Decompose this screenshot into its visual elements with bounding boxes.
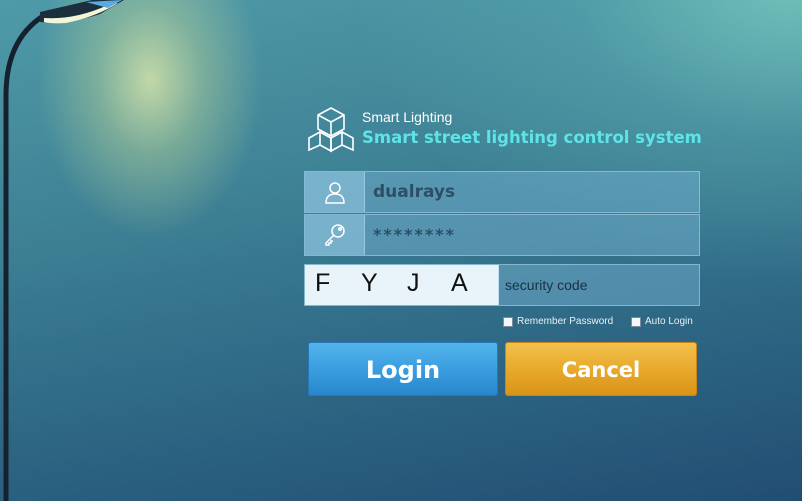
street-lamp-illustration: [3, 0, 124, 501]
user-icon: [325, 182, 345, 204]
remember-password-checkbox[interactable]: [503, 317, 513, 327]
login-screen: Smart Lighting Smart street lighting con…: [0, 0, 802, 501]
password-icon-cell: [305, 215, 365, 255]
password-input[interactable]: [373, 215, 693, 255]
captcha-char: A: [451, 269, 468, 297]
brand-header: Smart Lighting Smart street lighting con…: [306, 105, 706, 157]
remember-password-label: Remember Password: [517, 316, 614, 327]
auto-login-label: Auto Login: [645, 316, 693, 327]
captcha-char: F: [315, 269, 331, 297]
captcha-char: J: [407, 269, 420, 297]
captcha-char: Y: [361, 269, 378, 297]
username-input[interactable]: [373, 172, 693, 212]
security-code-input[interactable]: security code: [505, 265, 587, 305]
login-button[interactable]: Login: [308, 342, 498, 396]
key-icon: [325, 224, 345, 246]
password-field: [304, 214, 700, 256]
cancel-button[interactable]: Cancel: [505, 342, 697, 396]
captcha-image[interactable]: F Y J A: [305, 265, 499, 305]
username-icon-cell: [305, 172, 365, 212]
auto-login-checkbox[interactable]: [631, 317, 641, 327]
brand-name: Smart Lighting: [362, 109, 453, 125]
brand-slogan: Smart street lighting control system: [362, 128, 702, 147]
security-code-field: F Y J A security code: [304, 264, 700, 306]
username-field: [304, 171, 700, 213]
cube-network-icon: [308, 107, 354, 153]
